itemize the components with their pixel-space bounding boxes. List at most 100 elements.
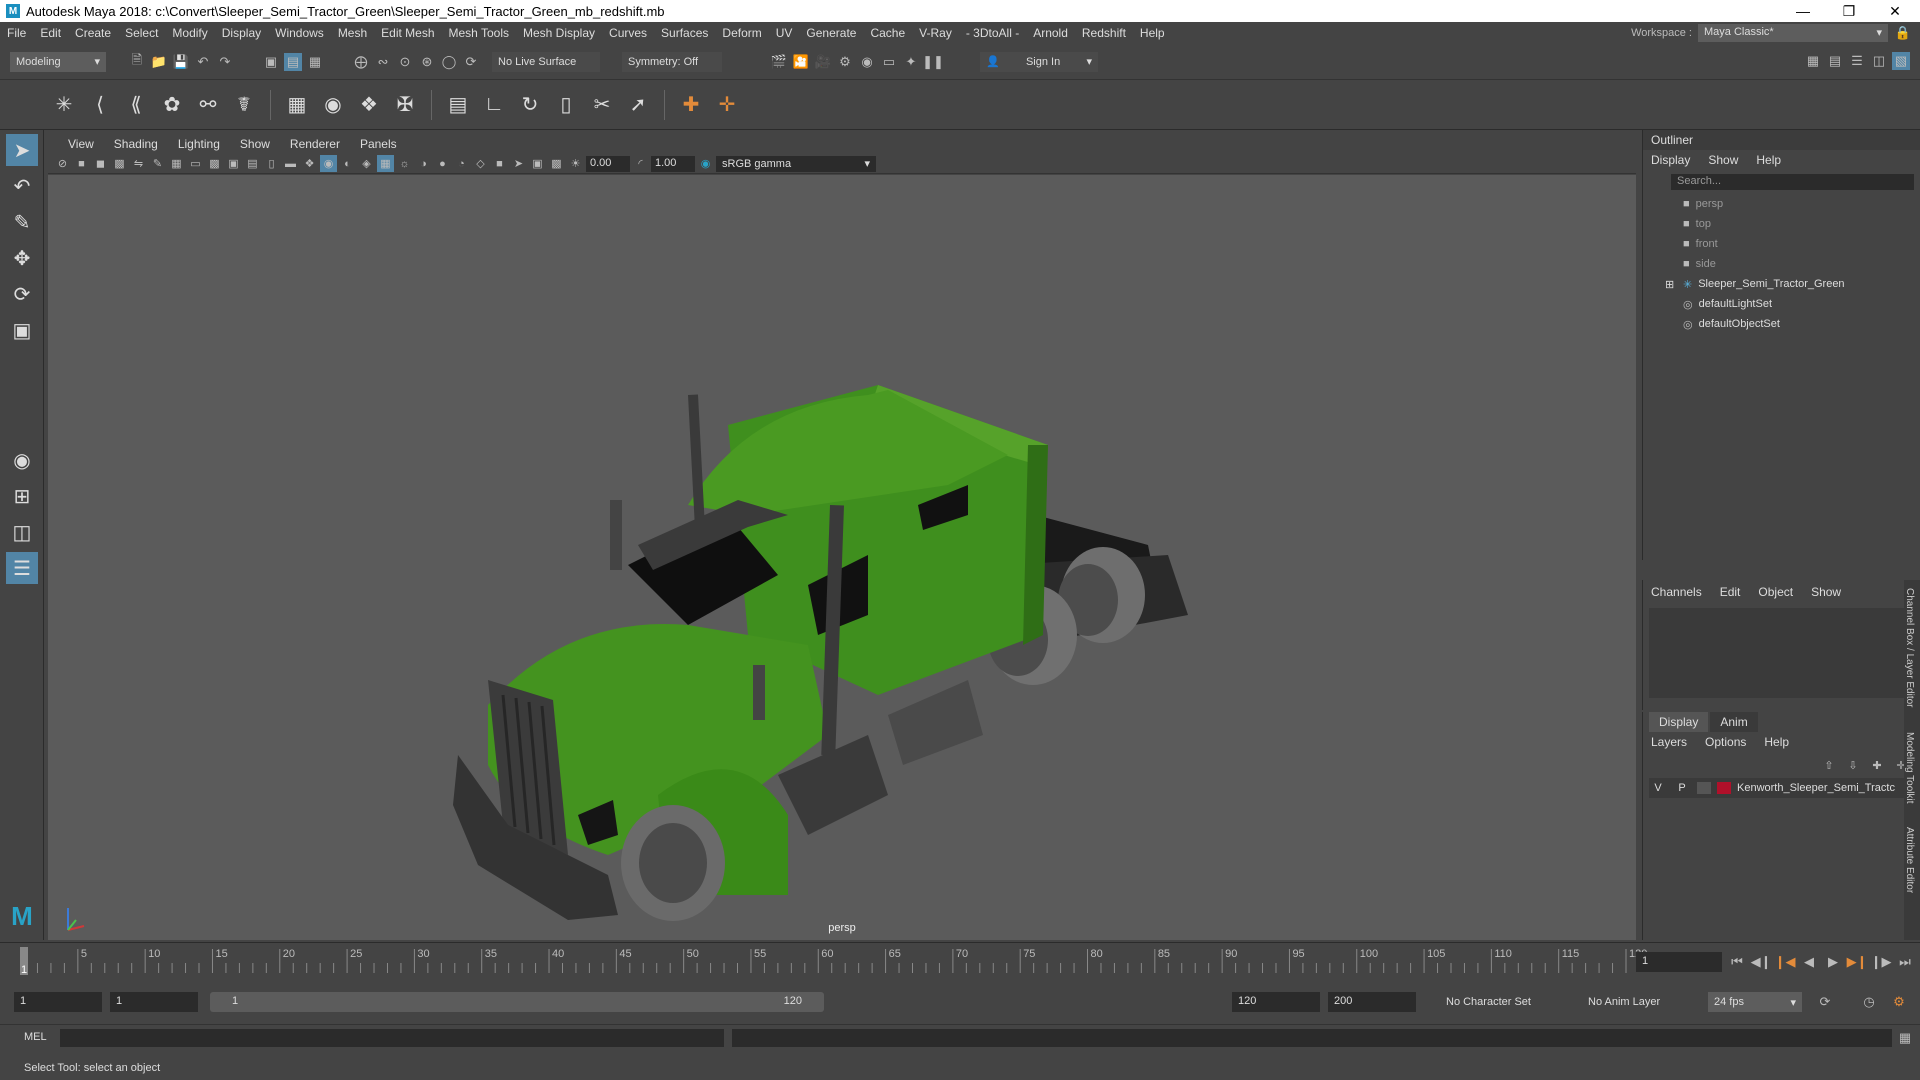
menu-edit[interactable]: Edit xyxy=(33,26,68,40)
multi-cut-icon[interactable]: ✂ xyxy=(588,91,616,119)
outliner-menu-help[interactable]: Help xyxy=(1756,153,1781,167)
safe-title-icon[interactable]: ▬ xyxy=(282,155,299,172)
maximize-icon[interactable]: ❐ xyxy=(1826,0,1872,22)
menu-arnold[interactable]: Arnold xyxy=(1026,26,1075,40)
lock-icon[interactable]: 🔒 xyxy=(1894,24,1912,42)
gate-mask-icon[interactable]: ▣ xyxy=(225,155,242,172)
skeleton-icon[interactable]: ☤ xyxy=(230,91,258,119)
move-layer-up-icon[interactable]: ⇧ xyxy=(1820,756,1838,774)
menu-v-ray[interactable]: V-Ray xyxy=(912,26,959,40)
attribute-editor-icon[interactable]: ▤ xyxy=(1826,52,1844,70)
light-editor-icon[interactable]: ✦ xyxy=(902,53,920,71)
select-camera-icon[interactable]: ⊘ xyxy=(54,155,71,172)
poly-cylinder-icon[interactable]: ❖ xyxy=(355,91,383,119)
undo-icon[interactable]: ↶ xyxy=(194,53,212,71)
menu-file[interactable]: File xyxy=(0,26,33,40)
outliner-search-input[interactable]: Search... xyxy=(1671,174,1914,190)
layer-name[interactable]: Kenworth_Sleeper_Semi_Tractc xyxy=(1737,782,1895,794)
playback-end-field[interactable]: 120 xyxy=(1232,992,1320,1012)
isolate-select-icon[interactable]: ➤ xyxy=(510,155,527,172)
2d-pan-icon[interactable]: ⇋ xyxy=(130,155,147,172)
layer-menu-help[interactable]: Help xyxy=(1764,735,1789,749)
menu-display[interactable]: Display xyxy=(215,26,268,40)
outliner-layout-icon[interactable]: ☰ xyxy=(6,552,38,584)
script-editor-icon[interactable]: ▦ xyxy=(1896,1029,1914,1047)
lasso-tool-icon[interactable]: ↶ xyxy=(6,170,38,202)
gamma-field[interactable]: 1.00 xyxy=(651,155,695,172)
playback-start-field[interactable]: 1 xyxy=(110,992,198,1012)
snap-grid-icon[interactable]: ⨁ xyxy=(352,53,370,71)
viewport-menu-show[interactable]: Show xyxy=(230,137,280,151)
new-layer-icon[interactable]: ✚ xyxy=(1868,756,1886,774)
move-tool-icon[interactable]: ✥ xyxy=(6,242,38,274)
channel-box-menu-object[interactable]: Object xyxy=(1758,585,1793,599)
channel-box-menu-edit[interactable]: Edit xyxy=(1720,585,1741,599)
select-component-icon[interactable]: ▦ xyxy=(306,53,324,71)
step-back-key-icon[interactable]: ◀❙ xyxy=(1751,953,1772,971)
menu-3dtoall[interactable]: - 3DtoAll - xyxy=(959,26,1026,40)
bezier-curve-icon[interactable]: ✿ xyxy=(158,91,186,119)
current-frame-field[interactable]: 1 xyxy=(1636,952,1722,972)
menu-select[interactable]: Select xyxy=(118,26,165,40)
render-settings-icon[interactable]: ⚙ xyxy=(836,53,854,71)
truck-model[interactable] xyxy=(48,175,1636,940)
animation-start-field[interactable]: 1 xyxy=(14,992,102,1012)
menu-surfaces[interactable]: Surfaces xyxy=(654,26,715,40)
persp-outliner-layout-icon[interactable]: ◫ xyxy=(6,516,38,548)
new-scene-icon[interactable]: 🗎 xyxy=(128,52,146,71)
layer-menu-layers[interactable]: Layers xyxy=(1651,735,1687,749)
use-default-lighting-icon[interactable]: ☼ xyxy=(396,155,413,172)
extrude-icon[interactable]: ▤ xyxy=(444,91,472,119)
side-tab[interactable]: Attribute Editor xyxy=(1904,827,1915,893)
xray-icon[interactable]: ▦ xyxy=(377,155,394,172)
menu-generate[interactable]: Generate xyxy=(799,26,863,40)
smooth-shade-icon[interactable]: ◉ xyxy=(320,155,337,172)
workspace-dropdown[interactable]: Maya Classic* ▾ xyxy=(1698,24,1888,42)
exposure-field[interactable]: 0.00 xyxy=(586,155,630,172)
auto-key-icon[interactable]: ◷ xyxy=(1860,993,1878,1011)
menu-deform[interactable]: Deform xyxy=(715,26,768,40)
anti-aliasing-icon[interactable]: ◇ xyxy=(472,155,489,172)
snap-view-icon[interactable]: ⊛ xyxy=(418,53,436,71)
anim-layer-dropdown[interactable]: No Anim Layer xyxy=(1582,992,1686,1012)
outliner-item[interactable]: ■ persp xyxy=(1643,194,1920,214)
paint-select-icon[interactable]: ✎ xyxy=(6,206,38,238)
symmetry-dropdown[interactable]: Symmetry: Off xyxy=(622,51,722,72)
color-management-icon[interactable]: ◉ xyxy=(697,155,714,172)
menu-windows[interactable]: Windows xyxy=(268,26,331,40)
bridge-icon[interactable]: ↻ xyxy=(516,91,544,119)
textured-icon[interactable]: ◐ xyxy=(339,155,356,172)
viewport-menu-panels[interactable]: Panels xyxy=(350,137,407,151)
loop-icon[interactable]: ⟳ xyxy=(1816,993,1834,1011)
outliner-item[interactable]: ■ front xyxy=(1643,234,1920,254)
outliner-menu-show[interactable]: Show xyxy=(1708,153,1738,167)
viewport-menu-lighting[interactable]: Lighting xyxy=(168,137,230,151)
menu-modify[interactable]: Modify xyxy=(165,26,214,40)
field-chart-icon[interactable]: ▤ xyxy=(244,155,261,172)
channel-box-menu-channels[interactable]: Channels xyxy=(1651,585,1702,599)
viewport-menu-renderer[interactable]: Renderer xyxy=(280,137,350,151)
character-set-dropdown[interactable]: No Character Set xyxy=(1440,992,1566,1012)
side-tab[interactable]: Channel Box / Layer Editor xyxy=(1904,588,1915,708)
sign-in-dropdown[interactable]: 👤 Sign In ▾ xyxy=(980,51,1098,72)
ipr-render-icon[interactable]: 🎥 xyxy=(814,53,832,71)
resolution-gate-icon[interactable]: ▩ xyxy=(206,155,223,172)
pause-icon[interactable]: ❚❚ xyxy=(922,53,944,71)
camera-attributes-icon[interactable]: ■ xyxy=(73,155,90,172)
exposure-icon[interactable]: ☀ xyxy=(567,155,584,172)
play-backwards-icon[interactable]: ◀ xyxy=(1800,953,1818,971)
modeling-toolkit-icon[interactable]: ▦ xyxy=(1804,52,1822,70)
wireframe-on-shaded-icon[interactable]: ◈ xyxy=(358,155,375,172)
grease-pencil-icon[interactable]: ✎ xyxy=(149,155,166,172)
single-perspective-view-icon[interactable]: ◉ xyxy=(6,444,38,476)
viewport-menu-shading[interactable]: Shading xyxy=(104,137,168,151)
command-language-label[interactable]: MEL xyxy=(24,1031,47,1043)
render-view-icon[interactable]: 🎬 xyxy=(770,53,788,71)
menu-redshift[interactable]: Redshift xyxy=(1075,26,1133,40)
layer-row[interactable]: V P Kenworth_Sleeper_Semi_Tractc xyxy=(1649,778,1914,798)
color-space-dropdown[interactable]: sRGB gamma ▾ xyxy=(716,155,876,172)
bake-pivot-icon[interactable]: ✛ xyxy=(713,91,741,119)
layer-color-swatch[interactable] xyxy=(1717,782,1731,794)
mode-dropdown[interactable]: Modeling ▾ xyxy=(10,51,106,72)
layer-display-type[interactable] xyxy=(1697,782,1711,794)
